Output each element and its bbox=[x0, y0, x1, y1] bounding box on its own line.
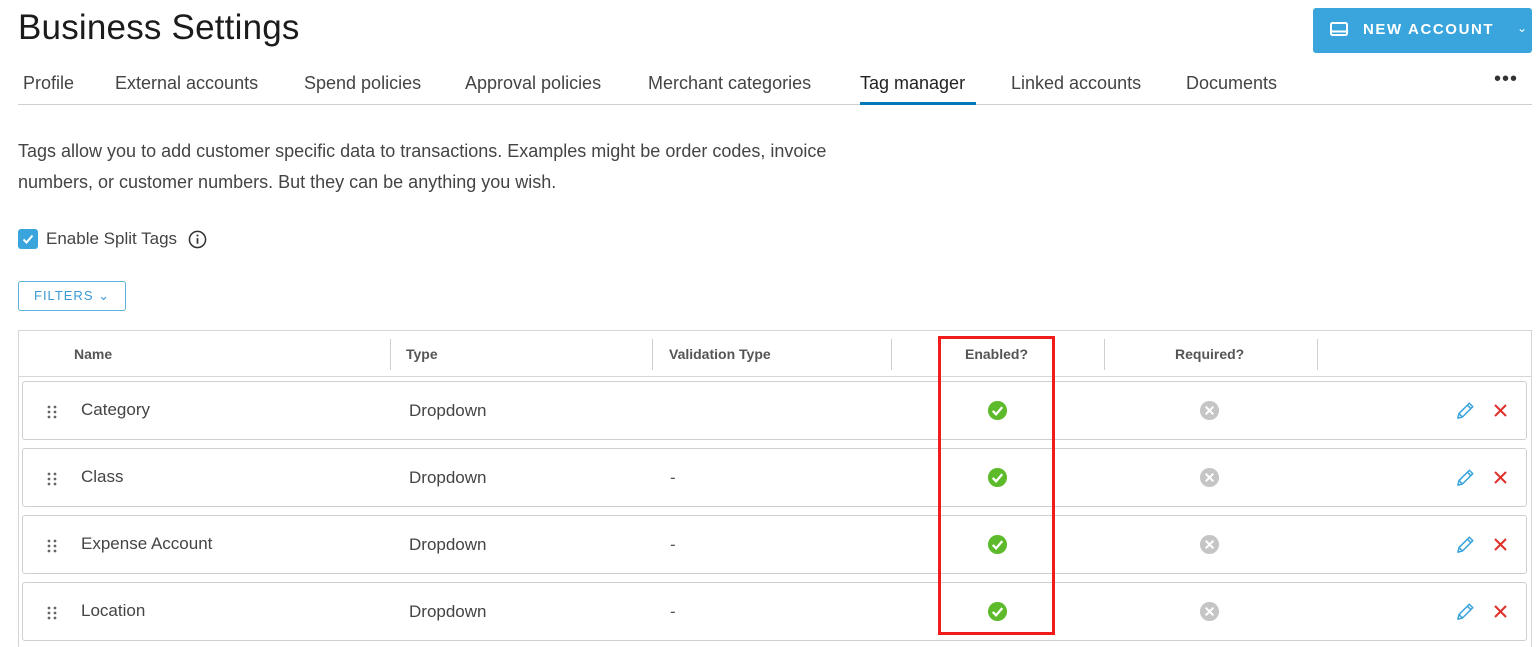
close-icon[interactable] bbox=[1493, 470, 1508, 485]
tag-type: Dropdown bbox=[409, 468, 487, 487]
page-title: Business Settings bbox=[18, 8, 300, 47]
tag-validation-type: - bbox=[670, 535, 676, 554]
table-row[interactable]: Class Dropdown - bbox=[22, 448, 1527, 507]
table-row[interactable]: Category Dropdown bbox=[22, 381, 1527, 440]
tag-validation-type: - bbox=[670, 468, 676, 487]
x-circle-icon bbox=[1199, 400, 1220, 421]
column-header-validation-type[interactable]: Validation Type bbox=[669, 346, 771, 362]
tab-approval-policies[interactable]: Approval policies bbox=[465, 73, 601, 94]
tag-type: Dropdown bbox=[409, 602, 487, 621]
checkmark-icon bbox=[22, 234, 34, 244]
drag-handle-icon[interactable] bbox=[46, 605, 58, 621]
new-account-button[interactable]: NEW ACCOUNT ⌄ bbox=[1313, 8, 1532, 53]
split-tags-checkbox[interactable] bbox=[18, 229, 38, 249]
close-icon[interactable] bbox=[1493, 537, 1508, 552]
split-tags-label: Enable Split Tags bbox=[46, 229, 178, 248]
column-divider[interactable] bbox=[390, 339, 391, 370]
tab-external-accounts[interactable]: External accounts bbox=[115, 73, 258, 94]
table-row[interactable]: Location Dropdown - bbox=[22, 582, 1527, 641]
drag-handle-icon[interactable] bbox=[46, 471, 58, 487]
tags-description: Tags allow you to add customer specific … bbox=[18, 141, 827, 192]
tab-profile[interactable]: Profile bbox=[23, 73, 74, 94]
more-tabs-icon[interactable]: ••• bbox=[1494, 68, 1518, 91]
pencil-icon[interactable] bbox=[1455, 601, 1476, 622]
tag-type: Dropdown bbox=[409, 535, 487, 554]
column-header-enabled[interactable]: Enabled? bbox=[965, 346, 1028, 362]
tab-tag-manager[interactable]: Tag manager bbox=[860, 73, 965, 94]
close-icon[interactable] bbox=[1493, 403, 1508, 418]
drag-handle-icon[interactable] bbox=[46, 538, 58, 554]
tab-documents[interactable]: Documents bbox=[1186, 73, 1277, 94]
tab-spend-policies[interactable]: Spend policies bbox=[304, 73, 421, 94]
table-header: Name Type Validation Type Enabled? Requi… bbox=[19, 331, 1531, 377]
filters-button[interactable]: FILTERS ⌄ bbox=[18, 281, 126, 311]
column-header-required[interactable]: Required? bbox=[1175, 346, 1244, 362]
pencil-icon[interactable] bbox=[1455, 400, 1476, 421]
tag-validation-type: - bbox=[670, 602, 676, 621]
tag-type: Dropdown bbox=[409, 401, 487, 420]
drag-handle-icon[interactable] bbox=[46, 404, 58, 420]
check-circle-icon bbox=[987, 400, 1008, 421]
column-divider[interactable] bbox=[891, 339, 892, 370]
new-account-label: NEW ACCOUNT bbox=[1363, 21, 1495, 38]
tab-linked-accounts[interactable]: Linked accounts bbox=[1011, 73, 1141, 94]
column-divider[interactable] bbox=[652, 339, 653, 370]
table-row[interactable]: Expense Account Dropdown - bbox=[22, 515, 1527, 574]
tab-merchant-categories[interactable]: Merchant categories bbox=[648, 73, 811, 94]
check-circle-icon bbox=[987, 534, 1008, 555]
column-header-type[interactable]: Type bbox=[406, 346, 438, 362]
x-circle-icon bbox=[1199, 601, 1220, 622]
chevron-down-icon: ⌄ bbox=[1517, 21, 1528, 35]
close-icon[interactable] bbox=[1493, 604, 1508, 619]
check-circle-icon bbox=[987, 467, 1008, 488]
enable-split-tags: Enable Split Tags bbox=[18, 229, 207, 249]
tag-name: Location bbox=[81, 601, 146, 620]
pencil-icon[interactable] bbox=[1455, 467, 1476, 488]
check-circle-icon bbox=[987, 601, 1008, 622]
tag-name: Expense Account bbox=[81, 534, 213, 553]
x-circle-icon bbox=[1199, 467, 1220, 488]
monitor-icon bbox=[1330, 22, 1348, 36]
column-divider[interactable] bbox=[1317, 339, 1318, 370]
pencil-icon[interactable] bbox=[1455, 534, 1476, 555]
x-circle-icon bbox=[1199, 534, 1220, 555]
tag-name: Class bbox=[81, 467, 124, 486]
active-tab-indicator bbox=[860, 102, 976, 105]
info-icon[interactable] bbox=[188, 230, 207, 249]
settings-tabs: Profile External accounts Spend policies… bbox=[18, 62, 1532, 105]
column-header-name[interactable]: Name bbox=[74, 346, 112, 362]
column-divider[interactable] bbox=[1104, 339, 1105, 370]
tag-name: Category bbox=[81, 400, 150, 419]
